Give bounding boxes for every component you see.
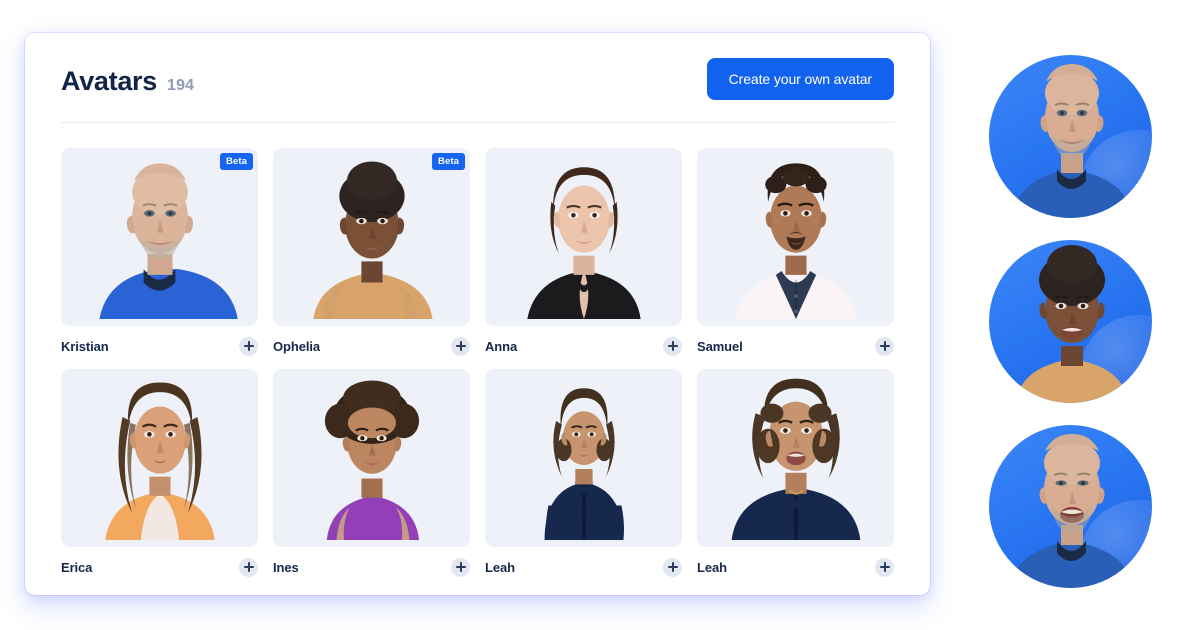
beta-badge: Beta [220,153,253,170]
add-avatar-icon[interactable] [875,557,894,577]
preview-avatar-list [975,55,1165,610]
avatar-thumbnail[interactable] [697,148,894,326]
preview-portrait-kristian [1010,64,1133,218]
add-avatar-icon[interactable] [663,557,682,577]
avatar-portrait-ines [324,380,420,541]
avatar-name: Erica [61,559,93,575]
add-avatar-icon[interactable] [239,557,258,577]
avatar-card[interactable]: Ines [273,369,470,578]
add-avatar-icon[interactable] [875,336,894,356]
avatar-grid: Beta Kristian Beta Ophelia Anna Samuel E… [61,148,894,578]
avatar-portrait-anna [527,167,641,320]
beta-badge: Beta [432,153,465,170]
avatar-card[interactable]: Leah [485,369,682,578]
avatar-caption: Leah [485,556,682,578]
avatar-caption: Anna [485,335,682,357]
avatar-thumbnail[interactable] [697,369,894,547]
avatar-name: Leah [697,559,727,575]
avatar-name: Kristian [61,338,109,354]
avatar-card[interactable]: Anna [485,148,682,357]
create-your-own-avatar-button[interactable]: Create your own avatar [706,58,894,100]
avatar-caption: Kristian [61,335,258,357]
avatar-name: Samuel [697,338,743,354]
avatar-name: Leah [485,559,515,575]
screenshot-root: Avatars 194 Create your own avatar Beta [0,0,1200,630]
header-divider [61,122,894,123]
panel-header: Avatars 194 Create your own avatar [61,58,894,120]
avatar-caption: Ines [273,556,470,578]
page-title-text: Avatars [61,66,157,96]
avatar-portrait-ophelia [313,161,433,320]
add-avatar-icon[interactable] [239,336,258,356]
avatar-card[interactable]: Leah [697,369,894,578]
avatar-thumbnail[interactable] [61,369,258,547]
avatar-caption: Leah [697,556,894,578]
avatar-thumbnail[interactable] [485,369,682,547]
avatar-portrait-erica [105,382,215,541]
avatar-name: Ines [273,559,299,575]
avatar-card[interactable]: Samuel [697,148,894,357]
avatar-caption: Erica [61,556,258,578]
avatar-thumbnail[interactable] [485,148,682,326]
add-avatar-icon[interactable] [451,557,470,577]
avatar-name: Anna [485,338,518,354]
preview-avatar-circle-ophelia[interactable] [988,240,1152,403]
avatar-portrait-leah-close [731,378,861,541]
avatar-count: 194 [166,77,195,94]
avatar-card[interactable]: Beta [273,148,470,357]
avatar-thumbnail[interactable] [273,369,470,547]
panel-content: Avatars 194 Create your own avatar Beta [61,58,894,577]
avatar-thumbnail[interactable]: Beta [273,148,470,326]
preview-portrait-kristian-talking [1008,434,1133,588]
page-title: Avatars 194 [61,66,194,97]
avatar-name: Ophelia [273,338,320,354]
add-avatar-icon[interactable] [451,336,470,356]
avatar-caption: Samuel [697,335,894,357]
avatar-portrait-kristian [99,163,238,320]
preview-avatar-circle-kristian[interactable] [988,55,1152,218]
avatar-card[interactable]: Beta [61,148,258,357]
avatar-portrait-samuel [735,163,857,320]
preview-portrait-ophelia [1014,245,1129,403]
preview-avatar-circle-kristian-talking[interactable] [988,425,1152,588]
avatar-portrait-leah-wide [544,388,625,541]
avatar-caption: Ophelia [273,335,470,357]
avatars-panel: Avatars 194 Create your own avatar Beta [25,33,930,595]
add-avatar-icon[interactable] [663,336,682,356]
avatar-thumbnail[interactable]: Beta [61,148,258,326]
avatar-card[interactable]: Erica [61,369,258,578]
